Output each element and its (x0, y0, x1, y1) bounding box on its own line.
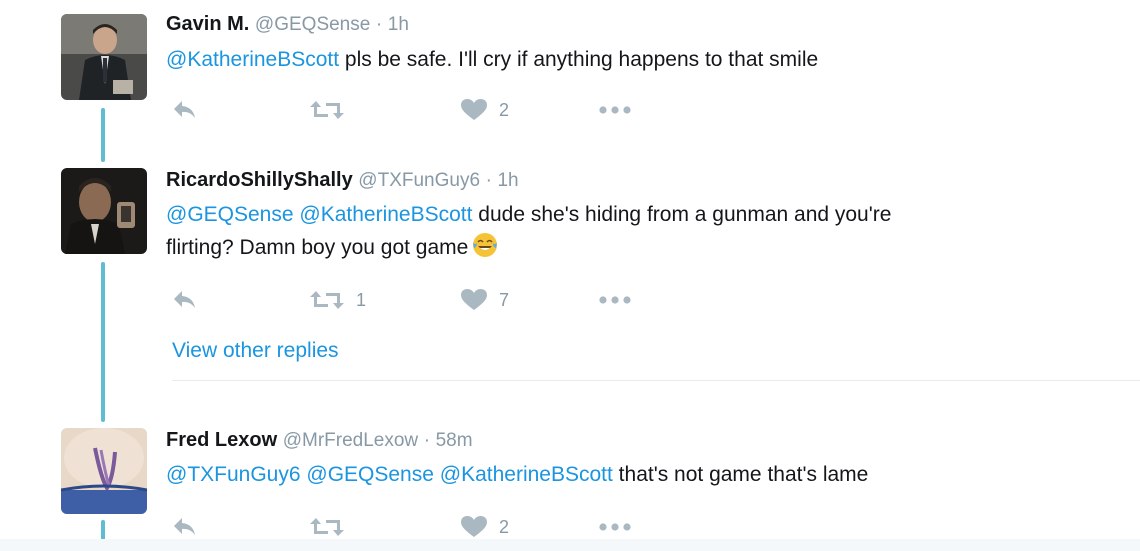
reply-icon (174, 101, 195, 118)
like-count: 2 (499, 99, 510, 120)
retweet-button[interactable]: 1 (310, 285, 366, 315)
heart-icon (461, 289, 487, 310)
avatar[interactable] (61, 14, 147, 100)
heart-icon (461, 516, 487, 537)
mention-link[interactable]: @KatherineBScott (166, 48, 339, 71)
author-name[interactable]: Gavin M. (166, 13, 249, 35)
reply-button[interactable] (172, 512, 198, 542)
tears-of-joy-emoji (473, 233, 498, 257)
retweet-button[interactable] (310, 512, 356, 542)
tweet-text: @TXFunGuy6 @GEQSense @KatherineBScott th… (166, 458, 1126, 491)
separator: · (423, 430, 431, 451)
tweet[interactable]: RicardoShillyShally @TXFunGuy6 · 1h @GEQ… (0, 160, 1140, 320)
retweet-count: 1 (356, 289, 367, 310)
mention-link[interactable]: @KatherineBScott (299, 203, 472, 226)
more-button[interactable] (598, 95, 632, 125)
more-icon (599, 523, 631, 531)
reply-icon (174, 518, 195, 535)
retweet-icon (310, 518, 344, 536)
retweet-button[interactable] (310, 95, 356, 125)
avatar[interactable] (61, 168, 147, 254)
reply-button[interactable] (172, 285, 198, 315)
mention-link[interactable]: @GEQSense (166, 203, 294, 226)
more-icon (599, 106, 631, 114)
heart-icon (461, 99, 487, 120)
tweet-text-content: dude she's hiding from a gunman and you'… (472, 203, 892, 226)
more-button[interactable] (598, 285, 632, 315)
timestamp[interactable]: 58m (436, 430, 473, 451)
more-icon (599, 296, 631, 304)
like-button[interactable]: 2 (461, 512, 509, 542)
tweet-text: @GEQSense @KatherineBScott dude she's hi… (166, 198, 1126, 264)
more-button[interactable] (598, 512, 632, 542)
retweet-icon (310, 291, 344, 309)
timestamp[interactable]: 1h (388, 14, 409, 35)
reply-button[interactable] (172, 95, 198, 125)
tweet-text-content: that's not game that's lame (612, 463, 869, 486)
author-handle[interactable]: @TXFunGuy6 (358, 170, 480, 191)
like-button[interactable]: 2 (461, 95, 509, 125)
tweet-text-content: pls be safe. I'll cry if anything happen… (339, 48, 819, 71)
like-count: 7 (499, 289, 510, 310)
tweet-text-content-line2: flirting? Damn boy you got game (166, 236, 469, 259)
retweet-icon (310, 101, 344, 119)
like-count: 2 (499, 516, 510, 537)
tweet-text: @KatherineBScott pls be safe. I'll cry i… (166, 43, 1126, 76)
author-handle[interactable]: @MrFredLexow (283, 430, 418, 451)
timestamp[interactable]: 1h (497, 170, 518, 191)
mention-link[interactable]: @GEQSense (306, 463, 434, 486)
author-name[interactable]: Fred Lexow (166, 429, 277, 451)
reply-icon (174, 291, 195, 308)
divider (172, 380, 1140, 381)
mention-link[interactable]: @TXFunGuy6 (166, 463, 301, 486)
separator: · (485, 170, 492, 191)
tweet[interactable]: Gavin M. @GEQSense · 1h @KatherineBScott… (0, 0, 1140, 140)
like-button[interactable]: 7 (461, 285, 509, 315)
view-other-replies-link[interactable]: View other replies (172, 336, 339, 366)
author-handle[interactable]: @GEQSense (255, 14, 370, 35)
separator: · (375, 14, 383, 35)
avatar[interactable] (61, 428, 147, 514)
tweet[interactable]: Fred Lexow @MrFredLexow · 58m @TXFunGuy6… (0, 420, 1140, 551)
author-name[interactable]: RicardoShillyShally (166, 169, 353, 191)
mention-link[interactable]: @KatherineBScott (440, 463, 613, 486)
page-bottom-edge (0, 539, 1140, 551)
